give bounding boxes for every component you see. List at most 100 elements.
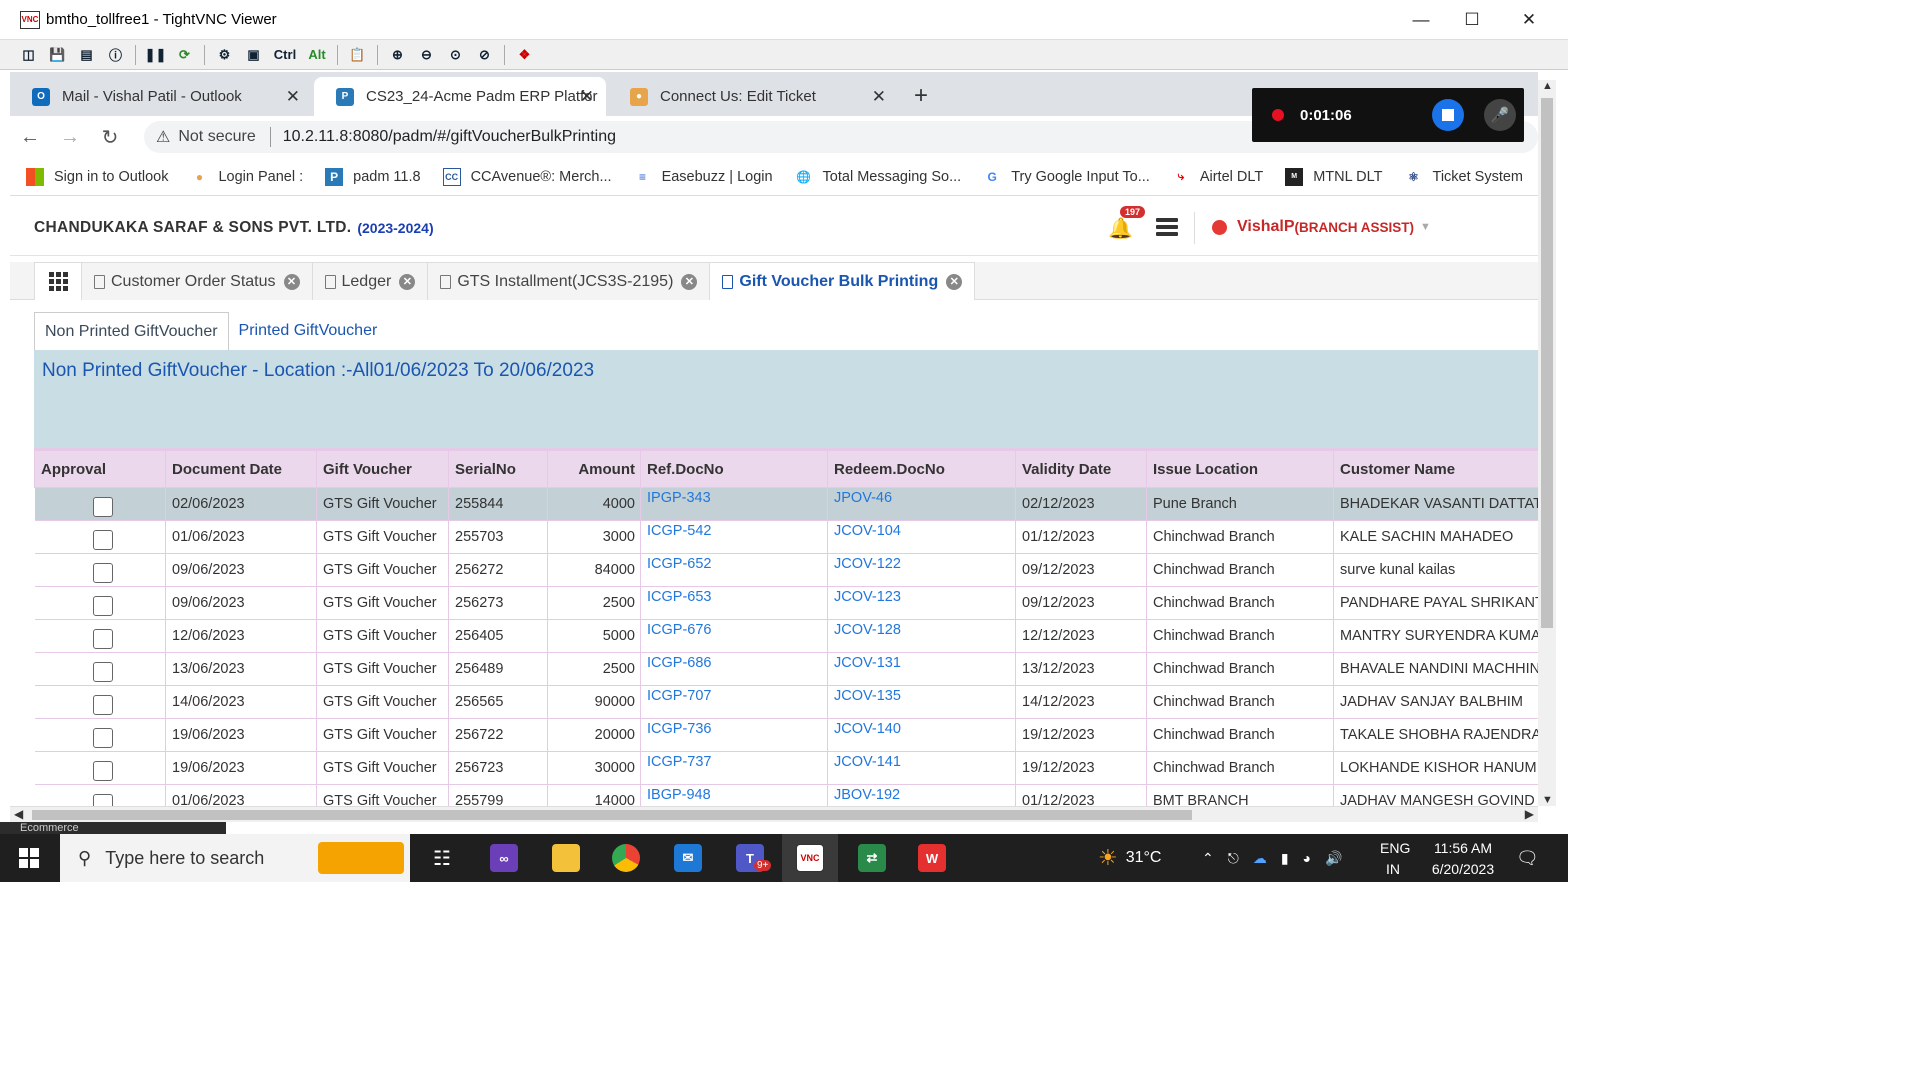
column-header[interactable]: Ref.DocNo [640,448,828,488]
ref-doc-link[interactable]: IPGP-343 [640,487,828,521]
approval-checkbox[interactable] [92,596,113,616]
close-tab-icon[interactable]: ✕ [681,273,698,290]
table-row[interactable]: 02/06/2023 GTS Gift Voucher 255844 4000 IPGP… [34,487,1538,521]
zoom-fit-icon[interactable]: ⊘ [472,43,497,67]
ref-doc-link[interactable]: IBGP-948 [640,784,828,806]
usb-icon[interactable]: ⎋ [1228,850,1239,867]
column-header[interactable]: Customer Name [1333,448,1538,488]
volume-icon[interactable]: 🔊 [1325,850,1342,867]
tab-ledger[interactable]: Ledger ✕ [311,262,429,300]
task-view-button[interactable]: ☷ [414,834,470,882]
redeem-doc-link[interactable]: JCOV-131 [827,652,1016,686]
new-tab-button[interactable]: + [914,82,928,110]
options-icon[interactable]: ▤ [74,43,99,67]
chevron-up-icon[interactable]: ⌃ [1202,850,1214,867]
stop-recording-button[interactable] [1432,99,1464,131]
approval-checkbox[interactable] [92,794,113,806]
close-tab-icon[interactable]: ✕ [399,273,416,290]
taskbar-search[interactable]: ⚲ Type here to search [60,834,410,882]
scroll-right-icon[interactable]: ▶ [1525,807,1534,821]
table-row[interactable]: 01/06/2023 GTS Gift Voucher 255799 14000 IBG… [34,784,1538,806]
ctrl-key-button[interactable]: Ctrl [270,43,300,67]
scroll-down-icon[interactable]: ▼ [1542,794,1553,806]
ref-doc-link[interactable]: ICGP-542 [640,520,828,554]
redeem-doc-link[interactable]: JPOV-46 [827,487,1016,521]
zoom-in-icon[interactable]: ⊕ [385,43,410,67]
pause-icon[interactable]: ❚❚ [143,43,168,67]
approval-checkbox[interactable] [92,629,113,649]
ref-doc-link[interactable]: ICGP-736 [640,718,828,752]
scrollbar-thumb[interactable] [32,810,1192,820]
table-row[interactable]: 13/06/2023 GTS Gift Voucher 256489 2500 ICGP… [34,652,1538,686]
browser-tab-ticket[interactable]: ● Connect Us: Edit Ticket ✕ [608,77,898,116]
back-icon[interactable]: ← [10,126,50,149]
bookmark-google-input[interactable]: G Try Google Input To... [983,168,1150,186]
scroll-up-icon[interactable]: ▲ [1542,80,1553,92]
approval-checkbox[interactable] [92,497,113,517]
subtab-printed[interactable]: Printed GiftVoucher [229,312,388,350]
teams-button[interactable]: T 9+ [722,834,778,882]
bookmark-padm[interactable]: Ppadm 11.8 [325,167,421,186]
bookmark-airtel[interactable]: ⤷ Airtel DLT [1172,168,1263,186]
approval-checkbox[interactable] [92,695,113,715]
subtab-non-printed[interactable]: Non Printed GiftVoucher [34,312,229,350]
wps-office-button[interactable]: W [904,834,960,882]
notification-center-icon[interactable]: 🗨 [1516,834,1539,882]
fullscreen-icon[interactable]: ❖ [512,43,537,67]
user-menu[interactable]: VishalP (BRANCH ASSIST) ▼ [1212,218,1431,236]
apps-grid-button[interactable] [34,262,82,300]
start-button[interactable] [0,834,58,882]
vertical-scrollbar[interactable]: ▲ ▼ [1538,80,1556,806]
ref-doc-link[interactable]: ICGP-686 [640,652,828,686]
close-tab-icon[interactable]: ✕ [286,87,300,107]
redeem-doc-link[interactable]: JCOV-122 [827,553,1016,587]
onedrive-icon[interactable]: ☁ [1253,850,1267,867]
column-header[interactable]: Issue Location [1146,448,1334,488]
chrome-button[interactable] [598,834,654,882]
approval-checkbox[interactable] [92,563,113,583]
redeem-doc-link[interactable]: JCOV-128 [827,619,1016,653]
browser-tab-outlook[interactable]: O Mail - Vishal Patil - Outlook ✕ [10,77,312,116]
ctrl-esc-icon[interactable]: ▣ [241,43,266,67]
tab-customer-order-status[interactable]: Customer Order Status ✕ [81,262,313,300]
redeem-doc-link[interactable]: JCOV-141 [827,751,1016,785]
close-tab-icon[interactable]: ✕ [580,87,594,107]
wifi-icon[interactable]: ◕ [1303,850,1311,866]
refresh-icon[interactable]: ⟳ [172,43,197,67]
save-icon[interactable]: 💾 [45,43,70,67]
scroll-left-icon[interactable]: ◀ [14,807,23,821]
table-row[interactable]: 19/06/2023 GTS Gift Voucher 256722 20000 ICG… [34,718,1538,752]
table-row[interactable]: 09/06/2023 GTS Gift Voucher 256273 2500 ICGP… [34,586,1538,620]
weather-widget[interactable]: ☀ 31°C [1098,834,1161,882]
approval-checkbox[interactable] [92,530,113,550]
zoom-out-icon[interactable]: ⊖ [414,43,439,67]
browser-tab-erp[interactable]: P CS23_24-Acme Padm ERP Platfor ✕ [314,77,606,116]
table-row[interactable]: 09/06/2023 GTS Gift Voucher 256272 84000 ICG… [34,553,1538,587]
bookmark-total-messaging[interactable]: 🌐 Total Messaging So... [795,168,961,186]
column-header[interactable]: Redeem.DocNo [827,448,1016,488]
column-header[interactable]: Gift Voucher [316,448,449,488]
input-language[interactable]: ENG IN [1380,838,1410,880]
approval-checkbox[interactable] [92,761,113,781]
redeem-doc-link[interactable]: JCOV-123 [827,586,1016,620]
remote-tool-button[interactable]: ⇄ [844,834,900,882]
tightvnc-button[interactable]: VNC [782,834,838,882]
table-row[interactable]: 01/06/2023 GTS Gift Voucher 255703 3000 ICGP… [34,520,1538,554]
redeem-doc-link[interactable]: JCOV-140 [827,718,1016,752]
mail-button[interactable]: ✉ [660,834,716,882]
zoom-100-icon[interactable]: ⊙ [443,43,468,67]
bookmark-outlook[interactable]: Sign in to Outlook [26,167,168,186]
info-icon[interactable]: ⓘ [103,43,128,67]
ref-doc-link[interactable]: ICGP-737 [640,751,828,785]
ref-doc-link[interactable]: ICGP-707 [640,685,828,719]
column-header[interactable]: Approval [34,448,166,488]
close-tab-icon[interactable]: ✕ [872,87,886,107]
scrollbar-thumb[interactable] [1541,98,1553,628]
voucher-table-container[interactable]: Approval Document Date Gift Voucher Seri… [34,448,1538,806]
system-clock[interactable]: 11:56 AM 6/20/2023 [1418,838,1508,880]
table-row[interactable]: 19/06/2023 GTS Gift Voucher 256723 30000 ICG… [34,751,1538,785]
close-window-button[interactable]: ✕ [1500,0,1558,40]
ref-doc-link[interactable]: ICGP-652 [640,553,828,587]
column-header[interactable]: Validity Date [1015,448,1147,488]
bell-icon[interactable]: 🔔 [1108,216,1133,241]
